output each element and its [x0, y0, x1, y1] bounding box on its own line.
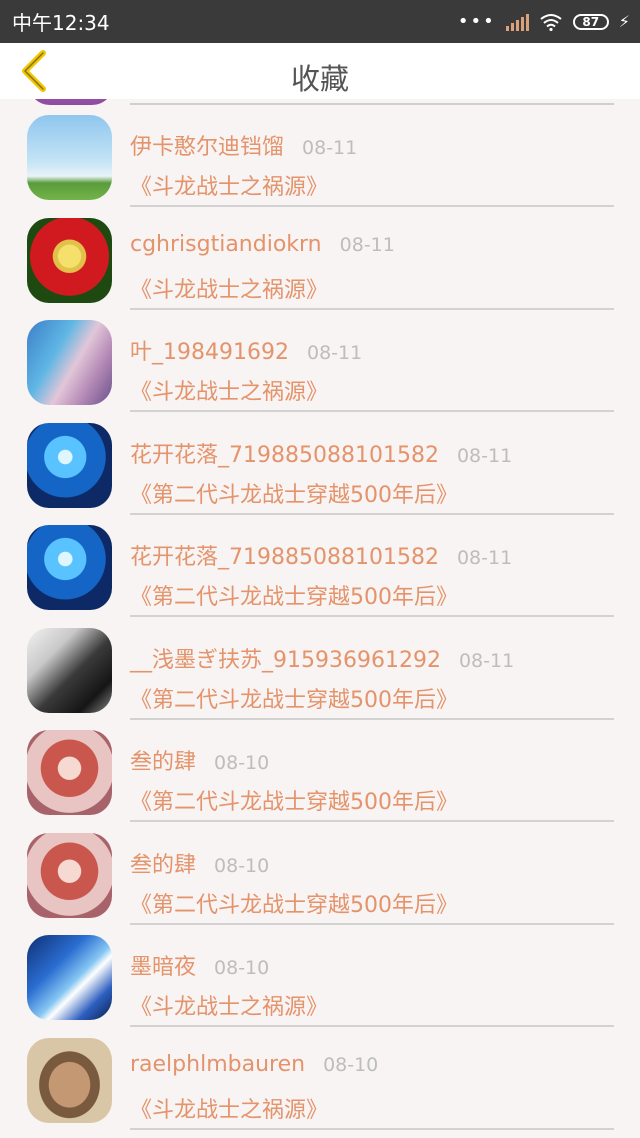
avatar-anime-red-hair-icon[interactable] [27, 832, 112, 918]
avatar-anime-blue-icon[interactable] [27, 935, 112, 1020]
book-title[interactable]: 《斗龙战士之祸源》 [130, 989, 328, 1021]
more-dots-icon: ••• [457, 11, 496, 32]
list-item[interactable]: 叁的肆 08-10 《第二代斗龙战士穿越500年后》 [0, 817, 640, 925]
avatar-sky-landscape-icon[interactable] [27, 115, 112, 200]
avatar-anime-red-hair-icon[interactable] [27, 730, 112, 815]
list-item[interactable]: 伊卡憨尔迪铛馏 08-11 《斗龙战士之祸源》 [0, 99, 640, 207]
list-item[interactable]: 花开花落_719885088101582 08-11 《第二代斗龙战士穿越500年… [0, 509, 640, 617]
item-date: 08-10 [214, 854, 270, 877]
book-title[interactable]: 《第二代斗龙战士穿越500年后》 [130, 477, 458, 509]
favorites-list[interactable]: 伊卡憨尔迪铛馏 08-11 《斗龙战士之祸源》 cghrisgtiandiokrn… [0, 99, 640, 1138]
item-date: 08-11 [456, 444, 513, 467]
item-date: 08-11 [456, 547, 513, 569]
battery-level: 87 [582, 14, 600, 29]
status-bar: 中午12:34 ••• 87 ⚡ [0, 0, 640, 43]
avatar-anime-wings-icon[interactable] [27, 525, 112, 610]
status-icons: ••• 87 ⚡ [458, 11, 630, 32]
book-title[interactable]: 《第二代斗龙战士穿越500年后》 [130, 887, 458, 919]
user-name[interactable]: 花开花落_719885088101582 08-11 [130, 437, 512, 469]
avatar-anime-dark-icon[interactable] [27, 627, 112, 713]
avatar-red-rose-icon[interactable] [27, 217, 112, 303]
book-title[interactable]: 《第二代斗龙战士穿越500年后》 [130, 579, 458, 611]
user-name[interactable]: 花开花落_719885088101582 08-11 [130, 539, 512, 571]
user-name[interactable]: raelphlmbauren 08-10 [130, 1052, 378, 1077]
divider [130, 1127, 614, 1130]
list-item[interactable]: 花开花落_719885088101582 08-11 《第二代斗龙战士穿越500年… [0, 407, 640, 515]
item-date: 08-11 [306, 342, 363, 364]
item-date: 08-11 [458, 649, 515, 672]
list-item[interactable]: 墨暗夜 08-10 《斗龙战士之祸源》 [0, 919, 640, 1027]
wifi-icon [540, 13, 562, 31]
battery-icon: 87 [572, 13, 609, 30]
list-item[interactable]: cghrisgtiandiokrn 08-11 《斗龙战士之祸源》 [0, 202, 640, 310]
book-title[interactable]: 《斗龙战士之祸源》 [130, 374, 328, 406]
list-item[interactable]: raelphlmbauren 08-10 《斗龙战士之祸源》 [0, 1022, 640, 1130]
nav-bar: 收藏 [0, 43, 640, 99]
list-item[interactable]: __浅墨ぎ扶苏_915936961292 08-11 《第二代斗龙战士穿越500年… [0, 612, 640, 720]
user-name[interactable]: 墨暗夜 08-10 [130, 949, 269, 981]
book-title[interactable]: 《斗龙战士之祸源》 [130, 272, 328, 304]
avatar-photo-face-icon[interactable] [27, 1037, 112, 1123]
book-title[interactable]: 《第二代斗龙战士穿越500年后》 [130, 784, 458, 816]
item-date: 08-11 [302, 137, 358, 159]
user-name[interactable]: __浅墨ぎ扶苏_915936961292 08-11 [130, 642, 514, 674]
charging-icon: ⚡ [618, 12, 630, 31]
list-item[interactable]: 叁的肆 08-10 《第二代斗龙战士穿越500年后》 [0, 714, 640, 822]
list-item[interactable]: 叶_198491692 08-11 《斗龙战士之祸源》 [0, 304, 640, 412]
item-date: 08-10 [323, 1053, 379, 1076]
item-date: 08-11 [339, 233, 395, 256]
user-name[interactable]: cghrisgtiandiokrn 08-11 [130, 232, 395, 257]
user-name[interactable]: 叁的肆 08-10 [130, 744, 269, 776]
book-title[interactable]: 《第二代斗龙战士穿越500年后》 [130, 682, 458, 714]
signal-icon [505, 13, 529, 31]
avatar-anime-wings-icon[interactable] [27, 422, 112, 508]
book-title[interactable]: 《斗龙战士之祸源》 [130, 169, 328, 201]
user-name[interactable]: 叁的肆 08-10 [130, 847, 269, 879]
avatar-anime-couple-icon[interactable] [27, 320, 112, 405]
item-date: 08-10 [214, 752, 270, 774]
status-time: 中午12:34 [12, 11, 110, 35]
item-date: 08-10 [214, 957, 270, 979]
user-name[interactable]: 叶_198491692 08-11 [130, 334, 362, 366]
user-name[interactable]: 伊卡憨尔迪铛馏 08-11 [130, 129, 357, 161]
page-title: 收藏 [290, 62, 349, 96]
book-title[interactable]: 《斗龙战士之祸源》 [130, 1092, 328, 1124]
